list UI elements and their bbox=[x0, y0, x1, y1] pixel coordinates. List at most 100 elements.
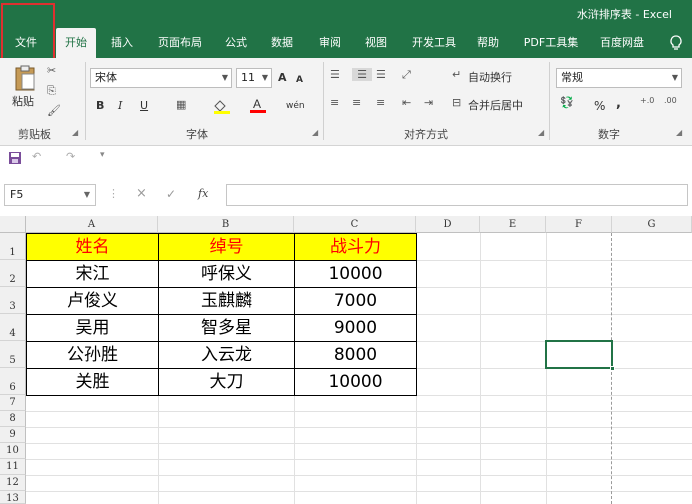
tab-formulas[interactable]: 公式 bbox=[218, 28, 254, 58]
row-header-4[interactable]: 4 bbox=[0, 314, 26, 341]
row-header-5[interactable]: 5 bbox=[0, 341, 26, 368]
currency-format-icon[interactable]: 💱 bbox=[560, 96, 574, 109]
font-launcher-icon[interactable]: ◢ bbox=[312, 128, 318, 137]
row-header-9[interactable]: 9 bbox=[0, 427, 26, 443]
enter-button[interactable]: ✓ bbox=[166, 184, 176, 204]
table-cell[interactable]: 公孙胜 bbox=[27, 342, 158, 368]
insert-function-button[interactable]: fx bbox=[198, 184, 208, 204]
row-header-2[interactable]: 2 bbox=[0, 260, 26, 287]
borders-icon[interactable]: ▦ bbox=[176, 98, 186, 111]
row-header-10[interactable]: 10 bbox=[0, 443, 26, 459]
decrease-indent-icon[interactable]: ⇤ bbox=[402, 96, 411, 109]
increase-indent-icon[interactable]: ⇥ bbox=[424, 96, 433, 109]
tab-help[interactable]: 帮助 bbox=[470, 28, 506, 58]
copy-icon[interactable]: ⎘ bbox=[47, 84, 56, 98]
save-icon[interactable] bbox=[8, 151, 22, 168]
increase-font-button[interactable]: A bbox=[278, 68, 287, 88]
font-size-select[interactable]: 11 ▼ bbox=[236, 68, 272, 88]
table-cell[interactable]: 智多星 bbox=[159, 315, 294, 341]
cut-icon[interactable]: ✂ bbox=[47, 64, 56, 77]
table-cell[interactable]: 大刀 bbox=[159, 369, 294, 395]
number-launcher-icon[interactable]: ◢ bbox=[676, 128, 682, 137]
table-cell[interactable]: 10000 bbox=[295, 369, 416, 395]
fill-handle[interactable] bbox=[610, 366, 615, 371]
merge-center-icon[interactable]: ⊟ bbox=[452, 96, 461, 109]
table-cell[interactable]: 入云龙 bbox=[159, 342, 294, 368]
column-header-e[interactable]: E bbox=[480, 216, 546, 233]
bold-button[interactable]: B bbox=[96, 96, 104, 116]
percent-button[interactable]: % bbox=[594, 96, 605, 116]
table-header-name[interactable]: 姓名 bbox=[27, 234, 158, 260]
customize-qat-icon[interactable]: ▾ bbox=[100, 150, 105, 160]
table-cell[interactable]: 10000 bbox=[295, 261, 416, 287]
table-header-nickname[interactable]: 绰号 bbox=[159, 234, 294, 260]
fill-color-icon[interactable] bbox=[212, 98, 232, 117]
column-header-g[interactable]: G bbox=[612, 216, 692, 233]
orientation-icon[interactable]: ⤢ bbox=[402, 68, 411, 82]
italic-button[interactable]: I bbox=[118, 96, 122, 116]
column-header-f[interactable]: F bbox=[546, 216, 612, 233]
selected-cell-f5[interactable] bbox=[545, 340, 615, 371]
number-format-select[interactable]: 常规 ▼ bbox=[556, 68, 682, 88]
wrap-text-button[interactable]: 自动换行 bbox=[468, 68, 512, 88]
formula-input[interactable] bbox=[226, 184, 688, 206]
cancel-button[interactable]: × bbox=[136, 184, 147, 204]
paste-icon[interactable] bbox=[12, 64, 38, 92]
tab-developer[interactable]: 开发工具 bbox=[404, 28, 464, 58]
row-header-3[interactable]: 3 bbox=[0, 287, 26, 314]
align-right-icon[interactable]: ≡ bbox=[376, 96, 385, 109]
table-cell[interactable]: 呼保义 bbox=[159, 261, 294, 287]
quick-access-toolbar: ↶ ↷ ▾ bbox=[0, 146, 692, 170]
align-center-icon[interactable]: ≡ bbox=[352, 96, 361, 109]
select-all-button[interactable] bbox=[0, 216, 26, 233]
table-header-power[interactable]: 战斗力 bbox=[295, 234, 416, 260]
redo-icon[interactable]: ↷ bbox=[66, 150, 75, 163]
tab-page-layout[interactable]: 页面布局 bbox=[150, 28, 210, 58]
column-header-d[interactable]: D bbox=[416, 216, 480, 233]
column-header-b[interactable]: B bbox=[158, 216, 294, 233]
font-color-icon[interactable]: A bbox=[248, 96, 268, 117]
table-cell[interactable]: 关胜 bbox=[27, 369, 158, 395]
row-header-11[interactable]: 11 bbox=[0, 459, 26, 475]
align-bottom-icon[interactable]: ☰ bbox=[376, 68, 386, 81]
tab-pdf-tools[interactable]: PDF工具集 bbox=[516, 28, 586, 58]
increase-decimal-icon[interactable]: +.0 bbox=[640, 96, 654, 105]
row-header-13[interactable]: 13 bbox=[0, 491, 26, 504]
clipboard-launcher-icon[interactable]: ◢ bbox=[72, 128, 78, 137]
comma-button[interactable]: , bbox=[616, 94, 621, 114]
decrease-font-button[interactable]: A bbox=[296, 70, 303, 90]
row-header-6[interactable]: 6 bbox=[0, 368, 26, 395]
font-name-select[interactable]: 宋体 ▼ bbox=[90, 68, 232, 88]
tab-view[interactable]: 视图 bbox=[358, 28, 394, 58]
table-cell[interactable]: 宋江 bbox=[27, 261, 158, 287]
column-header-a[interactable]: A bbox=[26, 216, 158, 233]
row-header-8[interactable]: 8 bbox=[0, 411, 26, 427]
paste-button[interactable]: 粘贴 bbox=[12, 92, 34, 112]
align-top-icon[interactable]: ☰ bbox=[330, 68, 340, 81]
table-cell[interactable]: 9000 bbox=[295, 315, 416, 341]
merge-center-button[interactable]: 合并后居中 bbox=[468, 96, 523, 116]
name-box[interactable]: F5 ▼ bbox=[4, 184, 96, 206]
row-header-1[interactable]: 1 bbox=[0, 233, 26, 260]
table-cell[interactable]: 玉麒麟 bbox=[159, 288, 294, 314]
phonetic-button[interactable]: wén bbox=[286, 96, 305, 116]
undo-icon[interactable]: ↶ bbox=[32, 150, 41, 163]
column-header-c[interactable]: C bbox=[294, 216, 416, 233]
align-left-icon[interactable]: ≡ bbox=[330, 96, 339, 109]
table-cell[interactable]: 卢俊义 bbox=[27, 288, 158, 314]
lightbulb-icon[interactable] bbox=[664, 28, 688, 58]
format-painter-icon[interactable]: 🖌 bbox=[47, 104, 61, 117]
table-cell[interactable]: 8000 bbox=[295, 342, 416, 368]
decrease-decimal-icon[interactable]: .00 bbox=[664, 96, 677, 105]
wrap-text-icon[interactable]: ↵ bbox=[452, 68, 461, 81]
underline-button[interactable]: U bbox=[140, 96, 148, 116]
row-header-12[interactable]: 12 bbox=[0, 475, 26, 491]
tab-data[interactable]: 数据 bbox=[264, 28, 300, 58]
table-cell[interactable]: 吴用 bbox=[27, 315, 158, 341]
table-cell[interactable]: 7000 bbox=[295, 288, 416, 314]
alignment-launcher-icon[interactable]: ◢ bbox=[538, 128, 544, 137]
row-header-7[interactable]: 7 bbox=[0, 395, 26, 411]
align-middle-icon[interactable]: ☰ bbox=[352, 68, 372, 81]
tab-review[interactable]: 审阅 bbox=[312, 28, 348, 58]
tab-baidu-netdisk[interactable]: 百度网盘 bbox=[592, 28, 652, 58]
